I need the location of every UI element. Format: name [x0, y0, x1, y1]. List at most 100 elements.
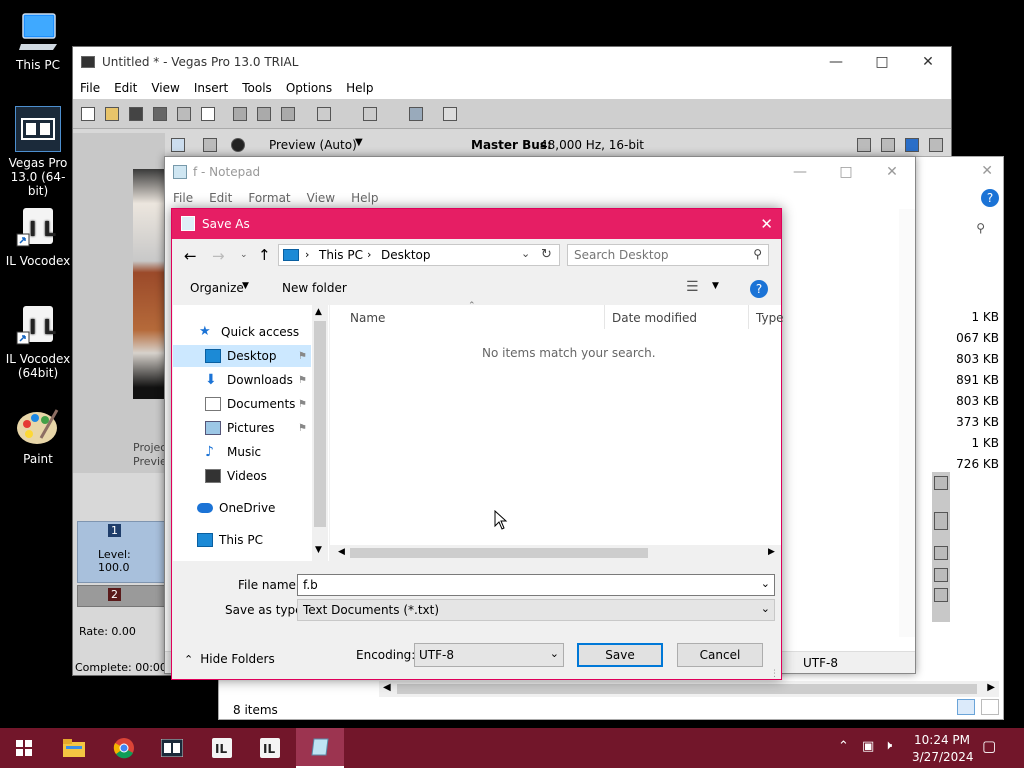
preview-window-icon[interactable]	[171, 138, 185, 152]
desktop-icon-this-pc[interactable]: This PC	[2, 8, 74, 72]
downmix-icon[interactable]	[881, 138, 895, 152]
column-divider[interactable]	[604, 305, 605, 329]
nav-item-videos[interactable]: Videos	[173, 465, 311, 487]
volume-muted-icon[interactable]: 🕨	[884, 738, 892, 753]
new-icon[interactable]	[81, 107, 95, 121]
redo-icon[interactable]	[363, 107, 377, 121]
address-bar[interactable]: › This PC › Desktop ⌄ ↻	[278, 244, 560, 266]
file-list[interactable]: ⌃ Name Date modified Type No items match…	[330, 301, 784, 561]
new-folder-button[interactable]: New folder	[282, 281, 347, 295]
nav-item-music[interactable]: ♪ Music	[173, 441, 311, 463]
file-name-field[interactable]: f.b ⌄	[297, 574, 775, 596]
save-icon[interactable]	[129, 107, 143, 121]
show-hidden-icons-icon[interactable]: ⌃	[838, 739, 849, 754]
vegas-menu-view[interactable]: View	[144, 81, 186, 95]
horizontal-scrollbar[interactable]: ◀ ▶	[330, 545, 781, 561]
scroll-up-icon[interactable]	[934, 476, 948, 490]
scrollbar-thumb[interactable]	[350, 548, 648, 558]
save-as-type-select[interactable]: Text Documents (*.txt) ⌄	[297, 599, 775, 621]
chevron-down-icon[interactable]: ⌄	[761, 577, 770, 590]
track-1-header[interactable]: 1 Level: 100.0	[77, 521, 165, 583]
chevron-down-icon[interactable]: ▼	[712, 281, 719, 291]
notifications-icon[interactable]: ▢	[982, 737, 996, 755]
close-icon[interactable]: ✕	[905, 47, 951, 77]
scroll-down-icon[interactable]	[934, 546, 948, 560]
maximize-icon[interactable]: □	[823, 157, 869, 187]
external-monitor-icon[interactable]	[203, 138, 217, 152]
start-button[interactable]	[0, 728, 48, 768]
vegas-menu-edit[interactable]: Edit	[107, 81, 144, 95]
open-icon[interactable]	[105, 107, 119, 121]
scroll-left-icon[interactable]: ◀	[383, 682, 391, 693]
edit-tool-icon[interactable]	[409, 107, 423, 121]
notepad-vertical-scrollbar[interactable]	[899, 209, 915, 637]
taskbar-il-vocodex[interactable]: IL	[198, 728, 246, 768]
scroll-right-icon[interactable]: ▶	[987, 682, 995, 693]
meters-icon[interactable]	[929, 138, 943, 152]
dialog-title-bar[interactable]: Save As	[172, 209, 781, 239]
render-icon[interactable]	[177, 107, 191, 121]
large-icons-view-icon[interactable]	[981, 699, 999, 715]
save-as-icon[interactable]	[153, 107, 167, 121]
column-header-date-modified[interactable]: Date modified	[612, 311, 697, 325]
scroll-right-icon[interactable]: ▶	[768, 547, 775, 557]
nav-item-onedrive[interactable]: OneDrive	[173, 497, 311, 519]
chevron-down-icon[interactable]: ⌄	[521, 247, 530, 260]
taskbar-notepad[interactable]	[296, 728, 344, 768]
scroll-left-icon[interactable]: ◀	[338, 547, 345, 557]
minimize-icon[interactable]: —	[813, 47, 859, 77]
scrollbar-thumb[interactable]	[314, 321, 326, 527]
forward-icon[interactable]: →	[212, 247, 225, 265]
zoom-in-icon[interactable]	[934, 568, 948, 582]
mixer-icon[interactable]	[857, 138, 871, 152]
nav-item-documents[interactable]: Documents ⚑	[173, 393, 311, 415]
paste-icon[interactable]	[281, 107, 295, 121]
vegas-menu-options[interactable]: Options	[279, 81, 339, 95]
notepad-menu-file[interactable]: File	[165, 191, 201, 205]
notepad-menu-edit[interactable]: Edit	[201, 191, 240, 205]
organize-button[interactable]: Organize	[190, 281, 244, 295]
search-icon[interactable]: ⚲	[976, 221, 985, 235]
nav-item-downloads[interactable]: ⬇ Downloads ⚑	[173, 369, 311, 391]
desktop-icon-paint[interactable]: Paint	[2, 402, 74, 466]
nav-item-pictures[interactable]: Pictures ⚑	[173, 417, 311, 439]
close-icon[interactable]: ✕	[981, 163, 993, 179]
navigation-pane-scrollbar[interactable]: ▲ ▼	[312, 305, 328, 561]
help-icon[interactable]: ?	[981, 189, 999, 207]
notepad-menu-help[interactable]: Help	[343, 191, 386, 205]
vegas-menu-insert[interactable]: Insert	[187, 81, 235, 95]
track-2-header[interactable]: 2	[77, 585, 165, 607]
close-icon[interactable]: ✕	[760, 215, 773, 233]
maximize-icon[interactable]: □	[859, 47, 905, 77]
hide-folders-toggle[interactable]: ⌃ Hide Folders	[184, 649, 275, 669]
back-icon[interactable]: ←	[184, 247, 197, 265]
view-options-icon[interactable]: ☰	[686, 279, 699, 295]
column-header-type[interactable]: Type	[756, 311, 784, 325]
details-view-icon[interactable]	[957, 699, 975, 715]
vegas-menu-tools[interactable]: Tools	[235, 81, 279, 95]
speaker-icon[interactable]	[905, 138, 919, 152]
copy-icon[interactable]	[257, 107, 271, 121]
scroll-down-icon[interactable]: ▼	[315, 545, 322, 555]
zoom-out-icon[interactable]	[934, 588, 948, 602]
close-icon[interactable]: ✕	[869, 157, 915, 187]
save-button[interactable]: Save	[577, 643, 663, 667]
scroll-thumb-icon[interactable]	[934, 512, 948, 530]
taskbar-il-vocodex-64[interactable]: IL	[246, 728, 294, 768]
minimize-icon[interactable]: —	[777, 157, 823, 187]
preview-quality-dropdown[interactable]: Preview (Auto)	[269, 138, 357, 152]
encoding-select[interactable]: UTF-8 ⌄	[414, 643, 564, 667]
search-input[interactable]	[574, 247, 744, 263]
column-divider[interactable]	[748, 305, 749, 329]
refresh-icon[interactable]: ↻	[541, 247, 552, 262]
scrollbar-thumb[interactable]	[397, 684, 977, 694]
vegas-menu-file[interactable]: File	[73, 81, 107, 95]
recent-locations-icon[interactable]: ⌄	[240, 250, 248, 260]
notepad-menu-view[interactable]: View	[299, 191, 343, 205]
whats-this-icon[interactable]	[443, 107, 457, 121]
notepad-menu-format[interactable]: Format	[240, 191, 298, 205]
breadcrumb-this-pc[interactable]: This PC	[319, 248, 363, 262]
desktop-icon-vegas-pro[interactable]: Vegas Pro 13.0 (64-bit)	[2, 106, 74, 198]
clock-time[interactable]: 10:24 PM	[914, 733, 970, 747]
taskbar-chrome[interactable]	[100, 728, 148, 768]
